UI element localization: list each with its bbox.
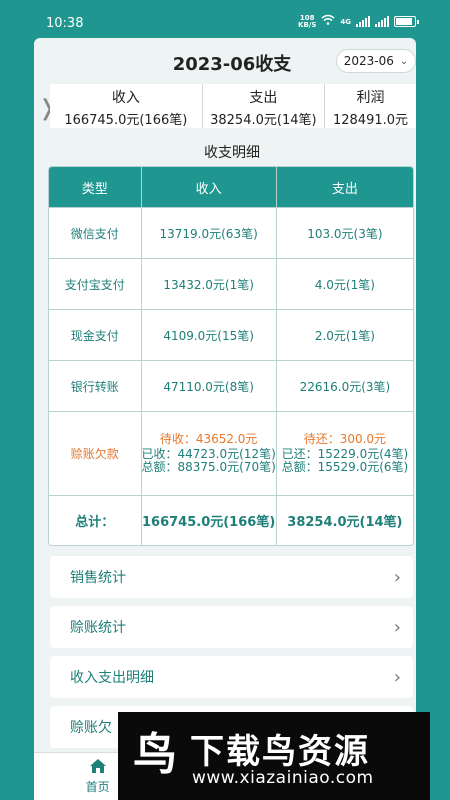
- chevron-down-icon: ⌄: [399, 55, 409, 67]
- menu-income-expense-detail[interactable]: 收入支出明细 ›: [50, 656, 413, 698]
- detail-title: 收支明细: [204, 145, 260, 161]
- home-icon: [89, 758, 107, 778]
- detail-table: 类型 收入 支出 微信支付 13719.0元(63笔) 103.0元(3笔) 支…: [48, 166, 414, 546]
- summary-income: 收入 166745.0元(166笔): [64, 90, 188, 128]
- summary-bar: 收入 166745.0元(166笔) 支出 38254.0元(14笔) 利润 1…: [50, 84, 416, 128]
- column-header: 类型: [81, 181, 108, 197]
- table-row: 支付宝支付 13432.0元(1笔) 4.0元(1笔): [49, 258, 413, 309]
- column-header: 收入: [140, 167, 276, 207]
- chevron-right-icon: ›: [393, 666, 401, 688]
- credit-row: 赊账欠款 待收：43652.0元 已收：44723.0元(12笔) 总额：883…: [49, 411, 413, 495]
- table-row: 微信支付 13719.0元(63笔) 103.0元(3笔): [49, 207, 413, 258]
- page-header: 2023-06收支 2023-06 ⌄: [34, 38, 416, 82]
- menu-sales-stats[interactable]: 销售统计 ›: [50, 556, 413, 598]
- wifi-icon: [321, 14, 335, 29]
- table-row: 银行转账 47110.0元(8笔) 22616.0元(3笔): [49, 360, 413, 411]
- column-header: 支出: [275, 167, 413, 207]
- month-selector[interactable]: 2023-06 ⌄: [336, 49, 416, 73]
- chevron-right-icon: ›: [393, 566, 401, 588]
- summary-profit: 利润 128491.0元: [324, 84, 416, 128]
- summary-expense: 支出 38254.0元(14笔): [201, 84, 324, 128]
- network-type: 4G: [340, 17, 351, 26]
- net-speed: 108 KB/S: [298, 13, 317, 29]
- clock: 10:38: [46, 16, 84, 31]
- chevron-right-icon: ›: [393, 616, 401, 638]
- watermark-banner: 鸟 下载鸟资源 www.xiazainiao.com: [118, 712, 430, 800]
- table-header: 类型 收入 支出: [49, 167, 413, 207]
- battery-icon: [394, 16, 419, 27]
- status-bar: 10:38 108 KB/S 4G: [0, 0, 450, 40]
- main-panel: 2023-06收支 2023-06 ⌄ ❭ 收入 166745.0元(166笔)…: [34, 38, 416, 758]
- watermark-url: www.xiazainiao.com: [192, 768, 374, 788]
- month-selector-value: 2023-06: [343, 54, 394, 68]
- signal-icon-2: [375, 16, 389, 27]
- status-icons: 108 KB/S 4G: [298, 13, 419, 29]
- watermark-title: 下载鸟资源: [190, 732, 370, 772]
- table-row: 现金支付 4109.0元(15笔) 2.0元(1笔): [49, 309, 413, 360]
- menu-credit-stats[interactable]: 赊账统计 ›: [50, 606, 413, 648]
- signal-icon: [356, 16, 370, 27]
- total-row: 总计： 166745.0元(166笔) 38254.0元(14笔): [49, 495, 413, 545]
- bird-logo-icon: 鸟: [133, 729, 177, 780]
